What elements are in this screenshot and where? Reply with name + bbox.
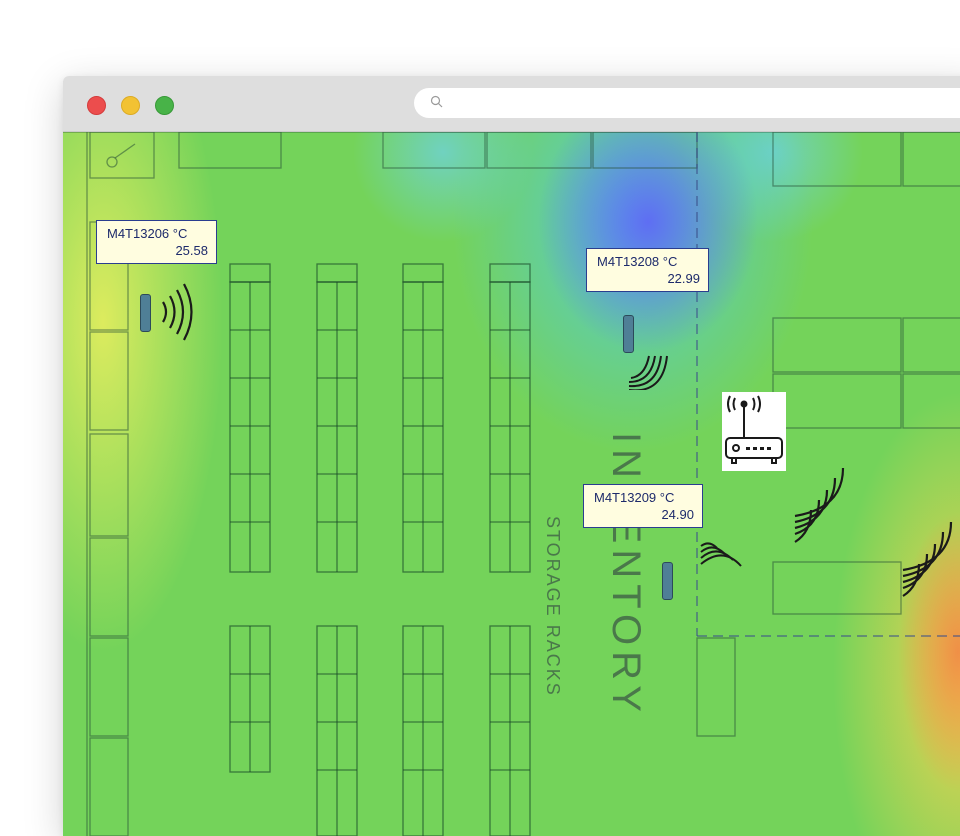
storage-racks-label: STORAGE RACKS — [543, 516, 563, 697]
maximize-window-button[interactable] — [155, 96, 174, 115]
sensor-name: M4T13208 °C — [597, 254, 678, 269]
sensor-label-3[interactable]: M4T13209 °C 24.90 — [583, 484, 703, 528]
heatmap-view[interactable]: INVENTORY STORAGE RACKS M4T13206 °C 25.5… — [63, 132, 960, 836]
sensor-device-1[interactable] — [140, 294, 151, 332]
inventory-area-label: INVENTORY — [604, 432, 648, 718]
browser-titlebar — [63, 76, 960, 132]
address-bar[interactable] — [414, 88, 960, 118]
signal-waves-icon — [902, 521, 953, 597]
sensor-name: M4T13206 °C — [107, 226, 188, 241]
sensor-value: 25.58 — [175, 243, 208, 258]
sensor-device-3[interactable] — [662, 562, 673, 600]
sensor-value: 24.90 — [661, 507, 694, 522]
signal-waves-icon — [794, 467, 845, 543]
sensor-label-2[interactable]: M4T13208 °C 22.99 — [586, 248, 709, 292]
sensor-value: 22.99 — [667, 271, 700, 286]
signal-waves-icon — [162, 283, 193, 341]
gateway-router[interactable] — [722, 392, 786, 471]
sensor-label-1[interactable]: M4T13206 °C 25.58 — [96, 220, 217, 264]
minimize-window-button[interactable] — [121, 96, 140, 115]
signal-waves-icon — [628, 355, 668, 390]
search-icon — [430, 95, 444, 114]
router-icon — [725, 395, 783, 464]
sensor-name: M4T13209 °C — [594, 490, 675, 505]
browser-window: INVENTORY STORAGE RACKS M4T13206 °C 25.5… — [63, 76, 960, 836]
close-window-button[interactable] — [87, 96, 106, 115]
signal-waves-icon — [700, 542, 742, 567]
